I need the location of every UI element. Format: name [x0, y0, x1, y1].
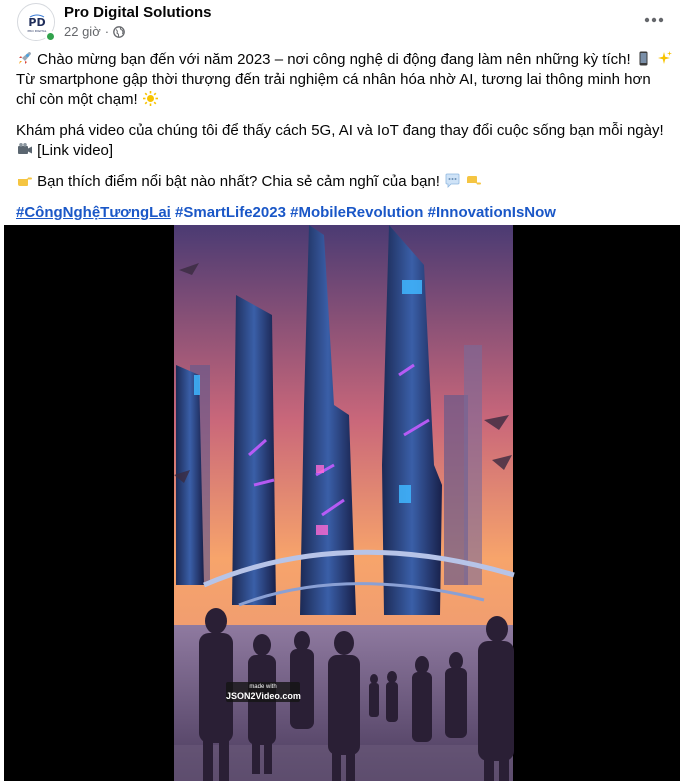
video-player[interactable]: made with JSON2Video.com — [4, 225, 680, 781]
avatar-logo-text: PD — [28, 16, 45, 29]
watermark-brand-text: JSON2Video.com — [226, 691, 301, 701]
video-frame-image — [174, 225, 515, 781]
watermark-small-text: made with — [249, 684, 277, 690]
intro-line-2: Từ smartphone gập thời thượng đến trải n… — [16, 71, 651, 88]
more-horizontal-icon — [644, 17, 664, 23]
hashtag-list: #CôngNghệTươngLai #SmartLife2023 #Mobile… — [16, 203, 676, 223]
online-status-indicator — [45, 31, 56, 42]
question-text: Bạn thích điểm nổi bật nào nhất? Chia sẻ… — [37, 173, 440, 190]
speech-bubble-icon — [444, 172, 461, 189]
pointing-right-icon — [16, 172, 33, 189]
video-link-text: [Link video] — [37, 142, 114, 159]
intro-line-1: Chào mừng bạn đến với năm 2023 – nơi côn… — [16, 50, 676, 70]
post-body: Chào mừng bạn đến với năm 2023 – nơi côn… — [16, 50, 676, 223]
post-meta: 22 giờ · — [64, 24, 125, 39]
mobile-phone-icon — [635, 50, 652, 67]
video-line-1: Khám phá video của chúng tôi để thấy các… — [16, 122, 664, 139]
globe-icon — [113, 25, 125, 38]
intro-paragraph: Chào mừng bạn đến với năm 2023 – nơi côn… — [16, 50, 676, 110]
intro-text-3: chỉ còn một chạm! — [16, 91, 138, 108]
post-header: PD PRO DIGITAL Pro Digital Solutions 22 … — [0, 0, 684, 48]
pointing-down-icon — [465, 172, 482, 189]
video-line-2: [Link video] — [16, 141, 676, 161]
page-name[interactable]: Pro Digital Solutions — [64, 4, 212, 21]
intro-line-3: chỉ còn một chạm! — [16, 90, 676, 110]
video-watermark: made with JSON2Video.com — [226, 682, 301, 702]
hashtag-link[interactable]: #MobileRevolution — [290, 204, 423, 221]
post-time[interactable]: 22 giờ — [64, 24, 101, 39]
video-camera-icon — [16, 141, 33, 158]
video-paragraph: Khám phá video của chúng tôi để thấy các… — [16, 121, 676, 161]
sparkles-icon — [656, 50, 673, 67]
intro-text-1: Chào mừng bạn đến với năm 2023 – nơi côn… — [37, 51, 631, 68]
hashtag-link[interactable]: #InnovationIsNow — [428, 204, 556, 221]
meta-separator: · — [104, 24, 110, 39]
hashtag-link[interactable]: #SmartLife2023 — [175, 204, 286, 221]
hashtag-link[interactable]: #CôngNghệTươngLai — [16, 204, 171, 221]
rocket-icon — [16, 50, 33, 67]
video-scene — [174, 225, 515, 781]
question-paragraph: Bạn thích điểm nổi bật nào nhất? Chia sẻ… — [16, 172, 676, 192]
avatar-logo-subtext: PRO DIGITAL — [28, 29, 47, 33]
glowing-star-icon — [142, 90, 159, 107]
more-options-button[interactable] — [638, 6, 670, 34]
